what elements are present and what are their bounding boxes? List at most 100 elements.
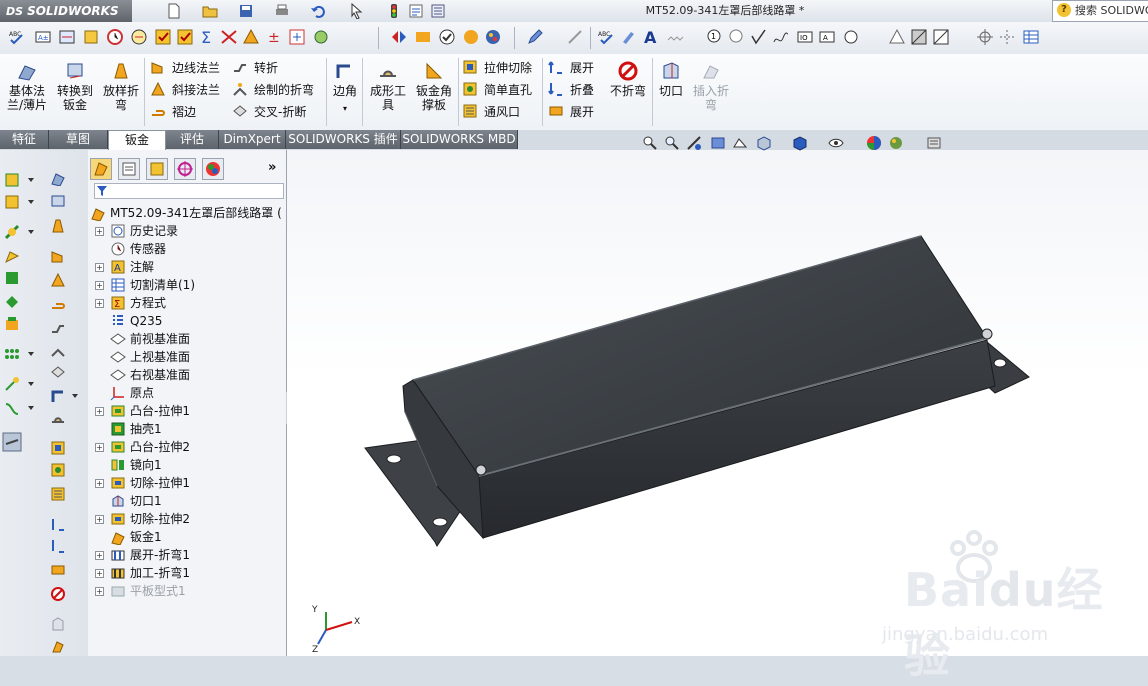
cross-break-small-icon[interactable] (50, 364, 66, 380)
color-palette-icon[interactable] (484, 28, 502, 46)
simple-hole-small-icon[interactable] (50, 462, 66, 478)
dimxpert-manager-tab[interactable] (174, 158, 196, 180)
configuration-manager-tab[interactable] (146, 158, 168, 180)
smart-dimension-icon[interactable] (4, 194, 20, 210)
miter-flange-button[interactable]: 斜接法兰 (150, 80, 220, 100)
spline-icon[interactable] (4, 400, 20, 416)
tab-sketch[interactable]: 草图 (49, 130, 108, 149)
circle-icon[interactable] (4, 270, 20, 286)
compare-icon[interactable] (288, 28, 306, 46)
expand-toggle-icon[interactable]: + (95, 551, 104, 560)
sketched-bend-button[interactable]: 绘制的折弯 (232, 80, 314, 100)
sketched-bend-small-icon[interactable] (50, 342, 66, 358)
dynamic-annotation-icon[interactable] (732, 135, 748, 151)
lofted-bend-button[interactable]: 放样折 弯 (100, 60, 142, 112)
base-flange-button[interactable]: 基体法 兰/薄片 (6, 60, 48, 112)
warning-icon[interactable] (888, 28, 906, 46)
options-icon[interactable] (430, 3, 446, 19)
trim-icon[interactable] (4, 376, 20, 392)
dropdown-arrow-icon[interactable] (28, 352, 34, 356)
format-painter-icon[interactable] (620, 28, 638, 46)
expand-toggle-icon[interactable]: + (95, 299, 104, 308)
jog-button[interactable]: 转折 (232, 58, 278, 78)
jog-small-icon[interactable] (50, 320, 66, 336)
property-manager-tab[interactable] (118, 158, 140, 180)
section-icon[interactable] (242, 28, 260, 46)
dropdown-arrow-icon[interactable] (28, 178, 34, 182)
forming-tool-button[interactable]: 成形工 具 (366, 60, 410, 112)
file-properties-icon[interactable] (408, 3, 424, 19)
select-arrow-icon[interactable] (348, 3, 364, 19)
flatten-button[interactable]: 展开 (548, 102, 594, 122)
edit-appearance-icon[interactable] (866, 135, 882, 151)
rebuild-traffic-light-icon[interactable] (386, 3, 402, 19)
fold-button[interactable]: 折叠 (548, 80, 594, 100)
auto-balloon-icon[interactable] (728, 28, 746, 46)
open-folder-icon[interactable] (202, 3, 218, 19)
tab-solidworks-mbd[interactable]: SOLIDWORKS MBD (401, 130, 518, 149)
flatten-small-icon[interactable] (50, 562, 66, 578)
simple-hole-button[interactable]: 简单直孔 (462, 80, 532, 100)
table-icon[interactable] (1022, 28, 1040, 46)
sketch-icon[interactable] (4, 172, 20, 188)
flip-icon[interactable] (390, 28, 408, 46)
view-settings-icon[interactable] (926, 135, 942, 151)
forming-tool-small-icon[interactable] (50, 410, 66, 426)
corners-small-icon[interactable] (50, 388, 66, 404)
insert-bends-small-icon[interactable] (50, 638, 66, 654)
search-box[interactable]: ? 搜索 SOLIDWO (1052, 0, 1148, 22)
convert-to-sheetmetal-button[interactable]: 转换到 钣金 (54, 60, 96, 112)
cut-line-icon[interactable] (566, 28, 584, 46)
linear-pattern-icon[interactable] (4, 346, 20, 362)
surface-finish-icon[interactable] (750, 28, 768, 46)
convert-small-icon[interactable] (50, 194, 66, 210)
expand-toggle-icon[interactable]: + (95, 281, 104, 290)
geometric-tolerance-icon[interactable]: IO (796, 28, 814, 46)
cross-break-button[interactable]: 交叉-折断 (232, 102, 306, 122)
display-manager-tab[interactable] (202, 158, 224, 180)
fold-small-icon[interactable] (50, 538, 66, 554)
zoom-to-fit-icon[interactable] (642, 135, 658, 151)
tab-sheetmetal[interactable]: 钣金 (108, 130, 166, 151)
expand-panel-icon[interactable]: » (268, 160, 276, 175)
apply-scene-icon[interactable] (888, 135, 904, 151)
unfold-small-icon[interactable] (50, 516, 66, 532)
vent-button[interactable]: 通风口 (462, 102, 520, 122)
slot-icon[interactable] (4, 316, 20, 332)
hatch-icon[interactable] (666, 28, 684, 46)
solidworks-logo[interactable]: DS SOLIDWORKS (0, 0, 132, 22)
weld-symbol-icon[interactable] (772, 28, 790, 46)
intersect-icon[interactable] (220, 28, 238, 46)
dropdown-arrow-icon[interactable] (72, 394, 78, 398)
expand-toggle-icon[interactable]: + (95, 515, 104, 524)
base-flange-small-icon[interactable] (50, 170, 66, 186)
rip-small-icon[interactable] (50, 616, 66, 632)
spell-check-2-icon[interactable]: ABC (598, 28, 616, 46)
tree-filter[interactable] (94, 183, 284, 199)
tab-solidworks-addins[interactable]: SOLIDWORKS 插件 (286, 130, 401, 149)
vent-small-icon[interactable] (50, 486, 66, 502)
body-compare-icon[interactable] (414, 28, 432, 46)
dimension-check-icon[interactable] (58, 28, 76, 46)
undo-icon[interactable] (310, 3, 326, 19)
sheetmetal-gusset-button[interactable]: 钣金角 撑板 (412, 60, 456, 112)
lofted-bend-small-icon[interactable] (50, 218, 66, 234)
new-document-icon[interactable] (166, 3, 182, 19)
tab-dimxpert[interactable]: DimXpert (219, 130, 286, 149)
spelling-check-icon[interactable]: ABC (8, 28, 26, 46)
hide-show-items-icon[interactable] (828, 135, 844, 151)
dropdown-arrow-icon[interactable] (28, 406, 34, 410)
approve-icon[interactable] (438, 28, 456, 46)
area-hatch-icon[interactable] (910, 28, 928, 46)
dropdown-arrow-icon[interactable] (28, 382, 34, 386)
hem-small-icon[interactable] (50, 296, 66, 312)
zoom-area-icon[interactable] (664, 135, 680, 151)
save-icon[interactable] (238, 3, 254, 19)
feature-manager-tab[interactable] (90, 158, 112, 180)
arc-icon[interactable] (4, 294, 20, 310)
extruded-cut-button[interactable]: 拉伸切除 (462, 58, 532, 78)
balloon-icon[interactable]: 1 (706, 28, 724, 46)
rip-button[interactable]: 切口 (654, 60, 688, 98)
checkbox-icon-2[interactable] (176, 28, 194, 46)
previous-view-icon[interactable] (686, 135, 702, 151)
